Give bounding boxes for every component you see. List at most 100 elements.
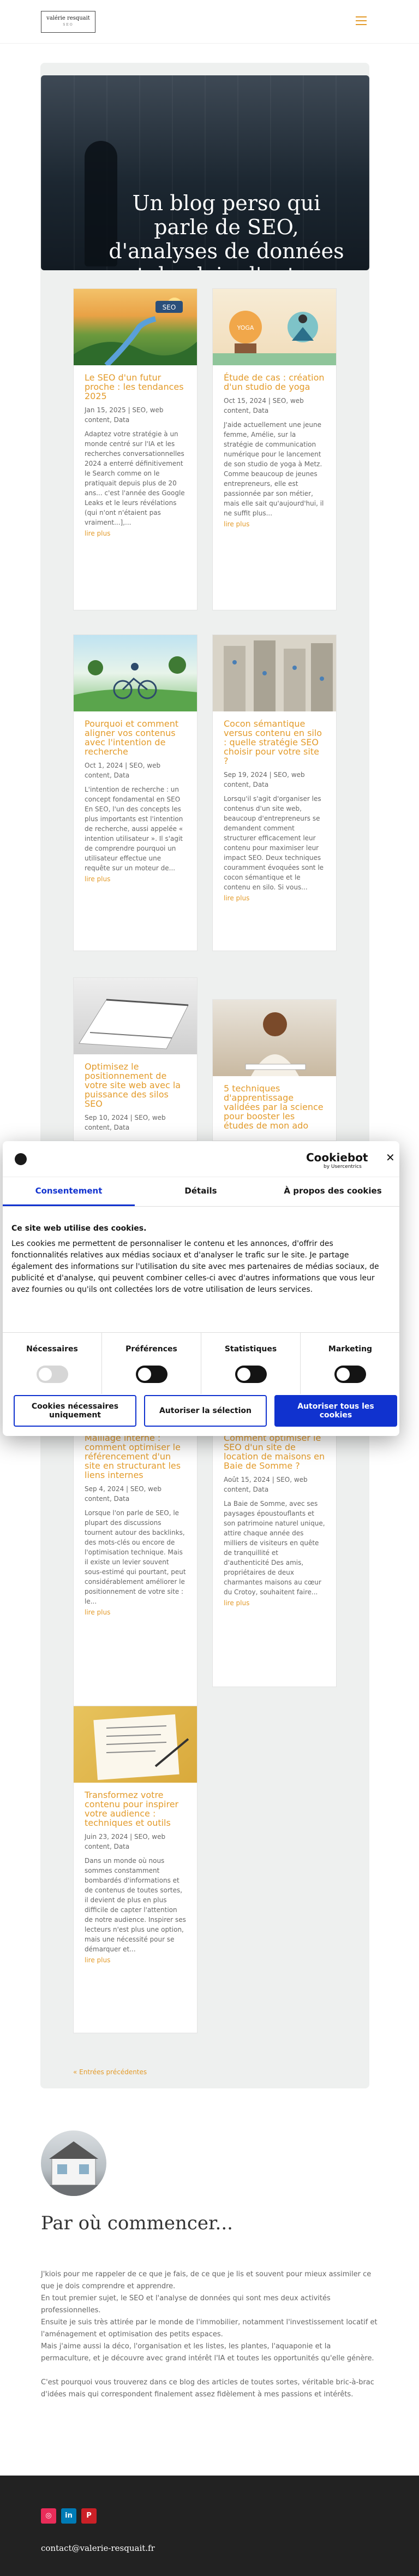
site-logo[interactable]: valérie resquait SEO bbox=[41, 11, 95, 33]
instagram-icon[interactable]: ◎ bbox=[41, 2508, 56, 2524]
post-excerpt: La Baie de Somme, avec ses paysages épou… bbox=[224, 1500, 325, 1596]
linkedin-icon[interactable]: in bbox=[61, 2508, 76, 2524]
category-label: Statistiques bbox=[224, 1345, 277, 1354]
post-meta: Oct 15, 2024 | SEO, web content, Data bbox=[224, 397, 304, 414]
cookiebot-logo-sub: by Usercentrics bbox=[324, 1164, 362, 1170]
svg-text:SEO: SEO bbox=[163, 304, 176, 311]
category-label: Nécessaires bbox=[26, 1345, 78, 1354]
about-title: Par où commencer... bbox=[41, 2212, 233, 2234]
necessary-only-button[interactable]: Cookies nécessaires uniquement bbox=[14, 1395, 136, 1427]
logo-tagline: SEO bbox=[63, 23, 74, 27]
post-title[interactable]: Comment optimiser le SEO d'un site de lo… bbox=[224, 1433, 325, 1470]
post-thumbnail[interactable] bbox=[74, 1706, 197, 1783]
student-illustration bbox=[245, 1012, 306, 1076]
post-card[interactable]: Cocon sémantique versus contenu en silo … bbox=[212, 634, 337, 951]
post-meta: Sep 4, 2024 | SEO, web content, Data bbox=[85, 1485, 161, 1503]
active-tab-indicator bbox=[3, 1204, 135, 1206]
post-thumbnail[interactable] bbox=[74, 978, 197, 1054]
previous-entries-link[interactable]: « Entrées précédentes bbox=[73, 2068, 147, 2076]
post-meta: Sep 19, 2024 | SEO, web content, Data bbox=[224, 771, 305, 788]
post-excerpt: Adaptez votre stratégie à un monde centr… bbox=[85, 430, 185, 526]
svg-text:YOGA: YOGA bbox=[237, 324, 254, 331]
site-footer: ◎ in P contact@valerie-resquait.fr bbox=[0, 2476, 419, 2576]
allow-all-button[interactable]: Autoriser tous les cookies bbox=[274, 1395, 397, 1427]
read-more-link[interactable]: lire plus bbox=[85, 1956, 186, 1964]
category-marketing: Marketing bbox=[301, 1333, 400, 1394]
post-meta: Jan 15, 2025 | SEO, web content, Data bbox=[85, 406, 164, 424]
post-card[interactable]: Maillage interne : comment optimiser le … bbox=[73, 1425, 197, 1714]
paper-illustration bbox=[93, 1714, 189, 1780]
post-card[interactable]: YOGA Étude de cas : création d'un studio… bbox=[212, 288, 337, 610]
post-title[interactable]: Pourquoi et comment aligner vos contenus… bbox=[85, 719, 186, 756]
about-paragraph: J'kiois pour me rappeler de ce que je fa… bbox=[41, 2270, 372, 2290]
pinterest-icon[interactable]: P bbox=[81, 2508, 97, 2524]
post-excerpt: Lorsque l'on parle de SEO, le plupart de… bbox=[85, 1509, 186, 1605]
post-thumbnail[interactable] bbox=[74, 635, 197, 711]
allow-selection-button[interactable]: Autoriser la sélection bbox=[144, 1395, 267, 1427]
post-excerpt: Lorsqu'il s'agit d'organiser les contenu… bbox=[224, 795, 324, 891]
read-more-link[interactable]: lire plus bbox=[85, 875, 186, 883]
about-paragraph: Mais j'aime aussi la déco, l'organisatio… bbox=[41, 2342, 374, 2363]
silo-illustration bbox=[224, 640, 333, 711]
post-excerpt: J'aide actuellement une jeune femme, Amé… bbox=[224, 421, 324, 517]
post-card[interactable]: Transformez votre contenu pour inspirer … bbox=[73, 1706, 197, 2033]
about-paragraph: C'est pourquoi vous trouverez dans ce bl… bbox=[41, 2378, 374, 2399]
post-thumbnail[interactable] bbox=[213, 1000, 336, 1076]
house-illustration bbox=[41, 2141, 106, 2196]
yoga-illustration: YOGA bbox=[213, 311, 336, 365]
tower-illustration bbox=[79, 999, 189, 1049]
post-title[interactable]: Étude de cas : création d'un studio de y… bbox=[224, 373, 325, 391]
post-card[interactable]: SEO Le SEO d'un futur proche : les tenda… bbox=[73, 288, 197, 610]
cyclist-illustration bbox=[74, 656, 197, 711]
post-title[interactable]: Optimisez le positionnement de votre sit… bbox=[85, 1062, 186, 1108]
cookie-heading: Ce site web utilise des cookies. bbox=[11, 1224, 147, 1233]
post-excerpt: L'intention de recherche : un concept fo… bbox=[85, 786, 183, 872]
cookie-categories: Nécessaires Préférences Statistiques Mar… bbox=[3, 1332, 400, 1394]
post-thumbnail[interactable] bbox=[213, 635, 336, 711]
cookiebot-logo: Cookiebot bbox=[306, 1151, 368, 1164]
post-meta: Oct 1, 2024 | SEO, web content, Data bbox=[85, 762, 161, 779]
read-more-link[interactable]: lire plus bbox=[224, 520, 325, 528]
post-title[interactable]: Le SEO d'un futur proche : les tendances… bbox=[85, 373, 186, 401]
about-paragraph: En tout premier sujet, le SEO et l'analy… bbox=[41, 2294, 331, 2314]
hero-title: Un blog perso qui parle de SEO, d'analys… bbox=[109, 191, 344, 270]
read-more-link[interactable]: lire plus bbox=[85, 530, 186, 537]
post-meta: Sep 10, 2024 | SEO, web content, Data bbox=[85, 1114, 166, 1131]
read-more-link[interactable]: lire plus bbox=[85, 1608, 186, 1616]
category-necessary: Nécessaires bbox=[3, 1333, 102, 1394]
post-card[interactable]: Optimisez le positionnement de votre sit… bbox=[73, 977, 197, 1141]
about-image bbox=[41, 2130, 106, 2196]
category-label: Marketing bbox=[328, 1345, 373, 1354]
tab-about-cookies[interactable]: À propos des cookies bbox=[267, 1186, 399, 1196]
contact-email-link[interactable]: contact@valerie-resquait.fr bbox=[41, 2543, 155, 2553]
tab-details[interactable]: Détails bbox=[135, 1186, 267, 1196]
post-title[interactable]: Transformez votre contenu pour inspirer … bbox=[85, 1790, 186, 1827]
menu-hamburger-icon[interactable] bbox=[356, 16, 367, 25]
hero-banner: Un blog perso qui parle de SEO, d'analys… bbox=[41, 75, 369, 270]
statistics-toggle[interactable] bbox=[235, 1366, 267, 1383]
tab-consent[interactable]: Consentement bbox=[3, 1186, 135, 1196]
post-meta: Août 15, 2024 | SEO, web content, Data bbox=[224, 1476, 308, 1493]
close-icon[interactable]: ✕ bbox=[386, 1151, 395, 1164]
about-paragraph: Ensuite je suis très attirée par le mond… bbox=[41, 2318, 378, 2338]
read-more-link[interactable]: lire plus bbox=[224, 894, 325, 902]
cookie-description: Les cookies me permettent de personnalis… bbox=[11, 1239, 379, 1294]
landscape-illustration: SEO bbox=[74, 298, 197, 365]
post-card[interactable]: Comment optimiser le SEO d'un site de lo… bbox=[212, 1425, 337, 1687]
post-card[interactable]: 5 techniques d'apprentissage validées pa… bbox=[212, 999, 337, 1141]
post-thumbnail[interactable]: SEO bbox=[74, 289, 197, 365]
necessary-toggle bbox=[36, 1366, 68, 1383]
preferences-toggle[interactable] bbox=[135, 1366, 167, 1383]
post-title[interactable]: 5 techniques d'apprentissage validées pa… bbox=[224, 1084, 325, 1130]
cookie-consent-dialog: Cookiebot by Usercentrics ✕ Consentement… bbox=[3, 1141, 399, 1436]
post-thumbnail[interactable]: YOGA bbox=[213, 289, 336, 365]
post-title[interactable]: Maillage interne : comment optimiser le … bbox=[85, 1433, 186, 1480]
category-label: Préférences bbox=[125, 1345, 177, 1354]
post-meta: Juin 23, 2024 | SEO, web content, Data bbox=[85, 1833, 166, 1850]
site-mark-icon bbox=[15, 1153, 27, 1165]
post-title[interactable]: Cocon sémantique versus contenu en silo … bbox=[224, 719, 325, 765]
marketing-toggle[interactable] bbox=[334, 1366, 366, 1383]
post-card[interactable]: Pourquoi et comment aligner vos contenus… bbox=[73, 634, 197, 951]
read-more-link[interactable]: lire plus bbox=[224, 1599, 325, 1607]
post-excerpt: Dans un monde où nous sommes constamment… bbox=[85, 1857, 186, 1953]
